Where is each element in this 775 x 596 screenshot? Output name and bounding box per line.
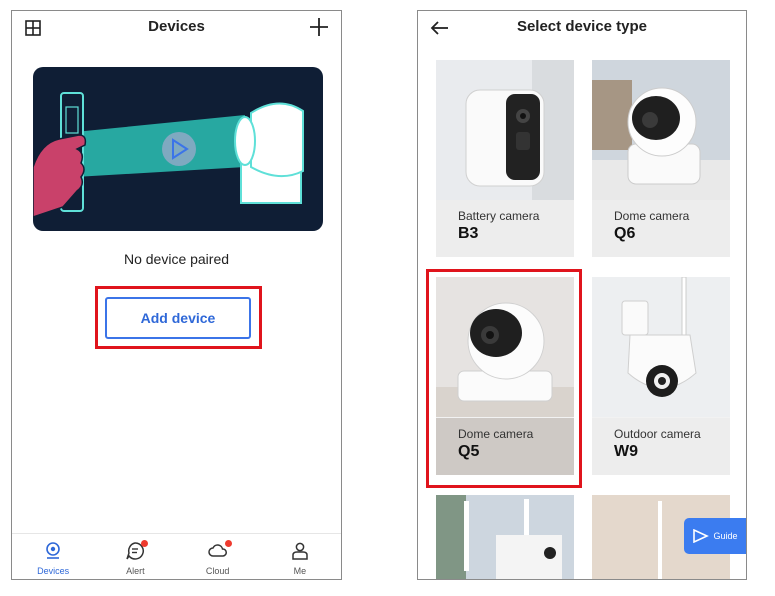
tab-label: Me	[293, 566, 307, 576]
guide-button[interactable]: Guide	[684, 518, 746, 554]
device-card-q6[interactable]: Dome camera Q6	[592, 60, 730, 257]
device-type: Outdoor camera	[614, 427, 701, 441]
empty-state-text: No device paired	[123, 251, 230, 267]
plus-icon[interactable]	[309, 17, 329, 37]
bottom-tab-bar: Devices Alert Cloud Me	[12, 533, 341, 579]
device-card-b3[interactable]: Battery camera B3	[436, 60, 574, 257]
device-card-info: Outdoor camera W9	[592, 418, 730, 475]
device-model: W9	[614, 443, 638, 460]
device-card-partial-left[interactable]	[436, 495, 574, 579]
device-model: Q6	[614, 225, 636, 242]
dome-camera-image	[592, 60, 730, 200]
tab-label: Alert	[126, 566, 145, 576]
highlight-box-add-device	[95, 286, 262, 349]
page-title: Devices	[148, 18, 205, 35]
outdoor-camera-image	[592, 277, 730, 417]
device-card-info: Battery camera B3	[436, 200, 574, 257]
cloud-badge	[224, 540, 232, 547]
highlight-box-q5	[426, 269, 582, 488]
device-card-info: Dome camera Q6	[592, 200, 730, 257]
select-device-header: Select device type	[418, 11, 746, 47]
outdoor-camera-image	[436, 495, 574, 579]
tab-me[interactable]: Me	[259, 534, 341, 579]
guide-label: Guide	[713, 531, 738, 541]
tab-label: Cloud	[205, 566, 230, 576]
tab-devices[interactable]: Devices	[12, 534, 94, 579]
tab-label: Devices	[37, 566, 70, 576]
page-title: Select device type	[516, 18, 648, 35]
devices-header: Devices	[12, 11, 341, 47]
camera-icon	[46, 542, 60, 559]
device-type: Battery camera	[458, 209, 540, 223]
tab-alert[interactable]: Alert	[94, 534, 176, 579]
device-model: B3	[458, 225, 479, 242]
play-icon	[693, 529, 710, 543]
pairing-illustration	[33, 67, 323, 231]
battery-camera-image	[436, 60, 574, 200]
person-icon	[292, 542, 308, 560]
alert-badge	[141, 540, 149, 547]
device-card-w9[interactable]: Outdoor camera W9	[592, 277, 730, 475]
device-type: Dome camera	[614, 209, 690, 223]
tab-cloud[interactable]: Cloud	[177, 534, 259, 579]
